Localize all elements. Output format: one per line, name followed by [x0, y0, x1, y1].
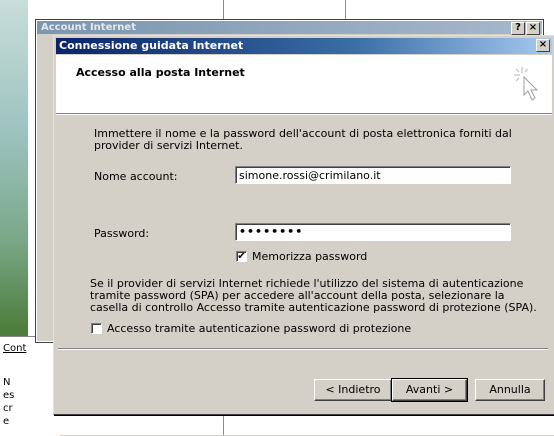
spa-checkbox[interactable]: [91, 323, 102, 334]
background-lower-label: Cont: [3, 343, 27, 354]
back-button[interactable]: < Indietro: [314, 379, 392, 401]
account-internet-title: Account Internet: [37, 21, 542, 34]
parent-close-button[interactable]: ×: [526, 22, 540, 35]
header-separator: [56, 114, 552, 115]
internet-connection-wizard: Connessione guidata Internet × Accesso a…: [53, 35, 554, 415]
instructions-text: Immettere il nome e la password dell'acc…: [94, 127, 512, 152]
spa-description: Se il provider di servizi Internet richi…: [90, 277, 537, 314]
account-name-label: Nome account:: [94, 170, 178, 183]
spa-checkbox-label: Accesso tramite autenticazione password …: [107, 322, 412, 335]
wizard-header-title: Accesso alla posta Internet: [76, 66, 245, 79]
password-label: Password:: [94, 227, 150, 240]
password-input[interactable]: ••••••••: [235, 223, 511, 241]
cursor-sparkle-icon: [514, 67, 539, 101]
help-button[interactable]: ?: [511, 22, 525, 35]
footer-separator: [58, 348, 548, 350]
wizard-close-button[interactable]: ×: [536, 39, 550, 52]
wizard-title: Connessione guidata Internet: [56, 38, 552, 54]
cancel-button[interactable]: Annulla: [475, 379, 545, 401]
next-button[interactable]: Avanti >: [391, 378, 468, 402]
account-name-input[interactable]: simone.rossi@crimilano.it: [235, 166, 511, 184]
background-lower-text: Nes cre: [3, 377, 15, 427]
remember-password-label: Memorizza password: [252, 250, 368, 263]
wizard-header: Accesso alla posta Internet: [56, 55, 552, 114]
remember-password-checkbox[interactable]: ✔: [236, 251, 247, 262]
